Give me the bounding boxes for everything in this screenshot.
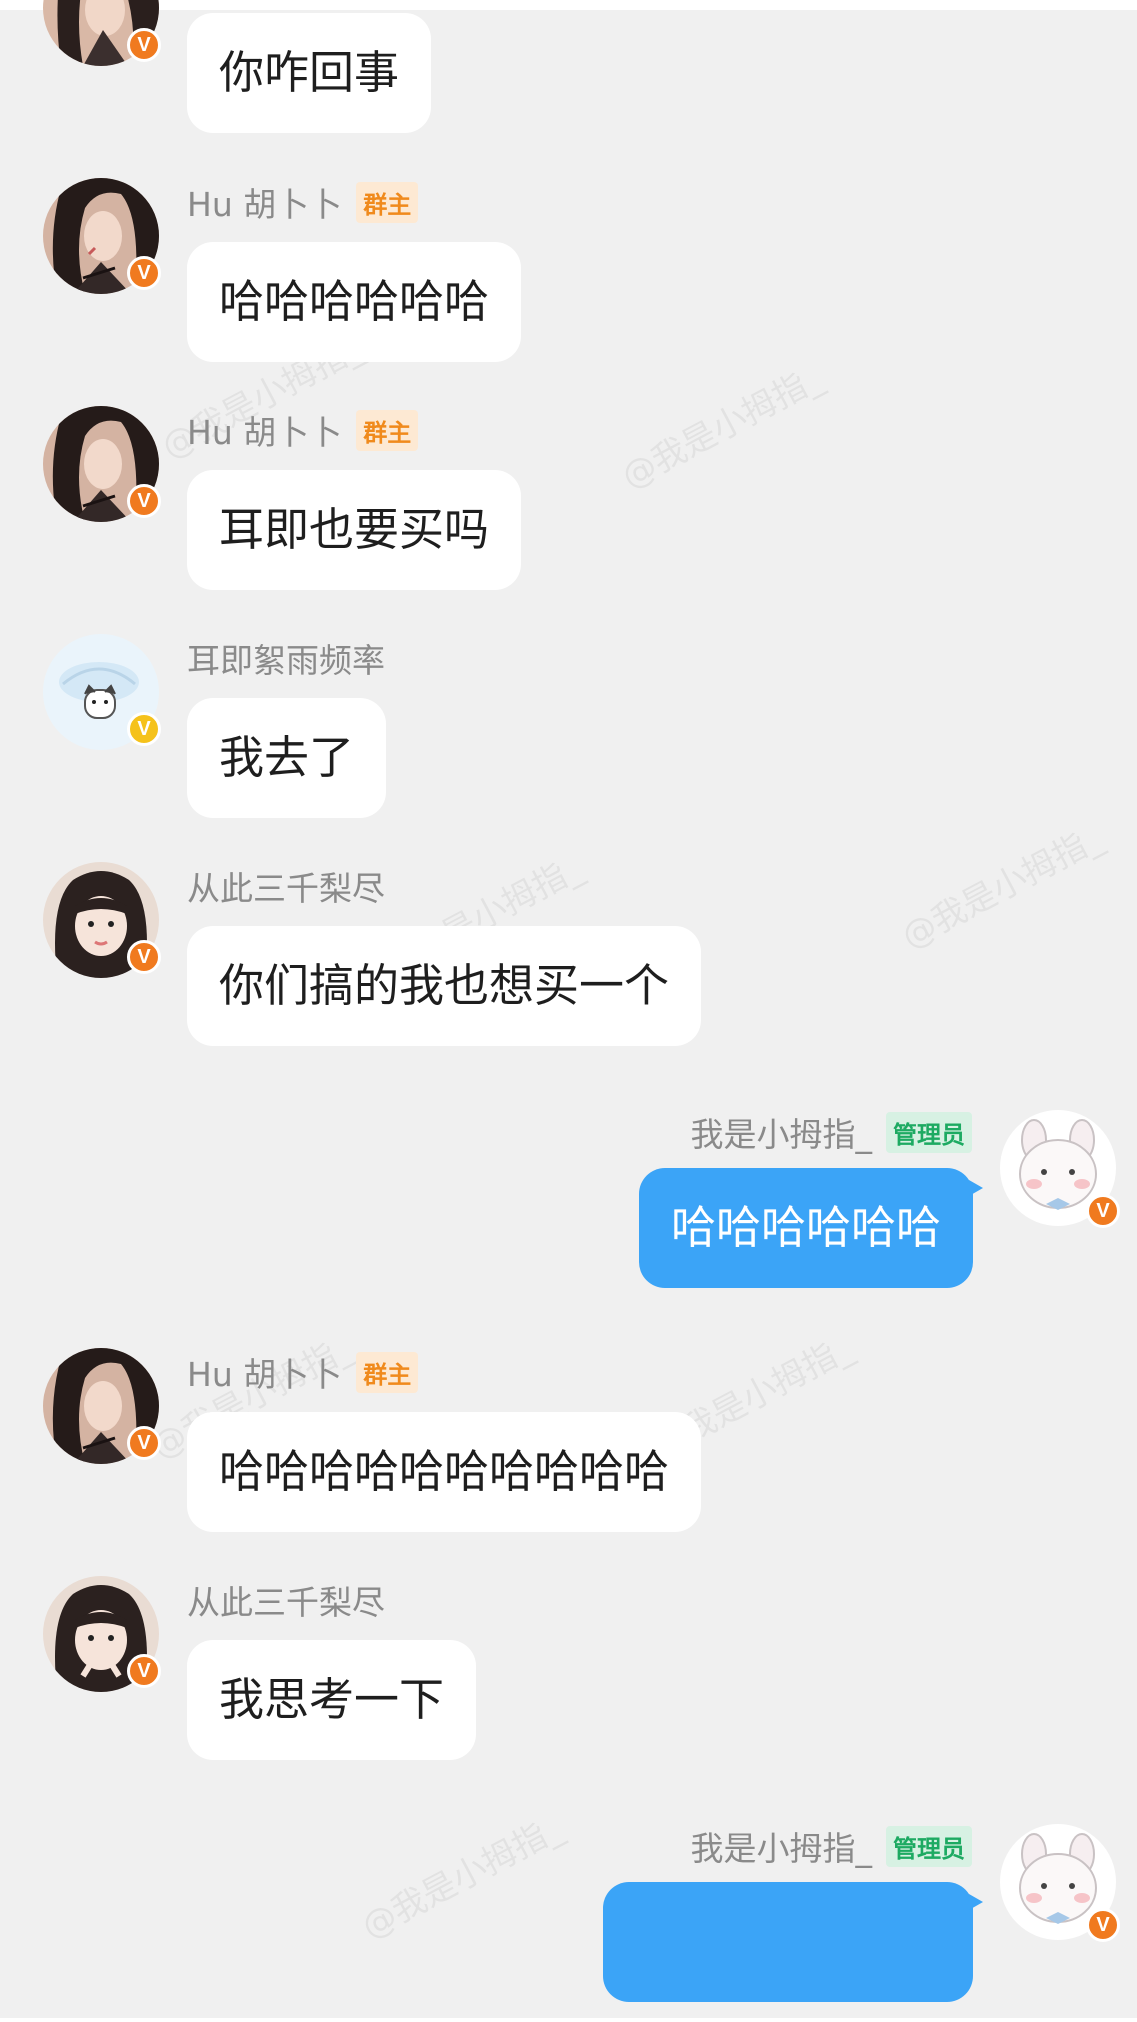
sender-row: 我是小拇指_ 管理员 xyxy=(691,1822,972,1870)
top-divider xyxy=(0,0,1137,10)
message-bubble[interactable]: 我思考一下 xyxy=(187,1640,477,1760)
avatar[interactable]: V xyxy=(43,1348,161,1464)
sender-row: Hu 胡卜卜 群主 xyxy=(187,406,419,454)
avatar[interactable]: V xyxy=(43,1576,161,1692)
sender-name[interactable]: 我是小拇指_ xyxy=(691,1108,873,1156)
sender-row: Hu 胡卜卜 群主 xyxy=(187,1348,419,1396)
verified-badge-icon: V xyxy=(127,484,161,518)
sender-row: 我是小拇指_ 管理员 xyxy=(691,1108,972,1156)
message-bubble[interactable]: 我去了 xyxy=(187,698,387,818)
message-bubble[interactable]: 耳即也要买吗 xyxy=(187,470,522,590)
verified-badge-icon: V xyxy=(127,712,161,746)
avatar[interactable]: V xyxy=(43,0,161,66)
verified-badge-icon: V xyxy=(127,940,161,974)
group-owner-tag: 群主 xyxy=(356,409,419,451)
verified-badge-icon: V xyxy=(1086,1908,1120,1942)
verified-badge-icon: V xyxy=(127,256,161,290)
verified-badge-icon: V xyxy=(127,28,161,62)
message-bubble[interactable]: 哈哈哈哈哈哈哈哈哈哈 xyxy=(187,1412,702,1532)
sender-name[interactable]: 耳即絮雨频率 xyxy=(187,634,385,682)
sender-name[interactable]: Hu 胡卜卜 xyxy=(187,178,342,226)
admin-tag: 管理员 xyxy=(886,1825,972,1867)
avatar[interactable]: V xyxy=(1000,1824,1120,1942)
sender-name[interactable]: Hu 胡卜卜 xyxy=(187,406,342,454)
watermark: @我是小拇指_ xyxy=(355,1808,570,1948)
sender-row: 耳即絮雨频率 xyxy=(187,636,385,680)
sender-row: 从此三千梨尽 xyxy=(187,864,385,908)
verified-badge-icon: V xyxy=(127,1426,161,1460)
message-bubble[interactable]: 哈哈哈哈哈哈 xyxy=(187,242,522,362)
watermark: @我是小拇指_ xyxy=(615,358,830,498)
sender-name[interactable]: 从此三千梨尽 xyxy=(187,862,385,910)
avatar[interactable]: V xyxy=(43,178,161,294)
avatar[interactable]: V xyxy=(1000,1110,1120,1228)
verified-badge-icon: V xyxy=(127,1654,161,1688)
message-bubble[interactable]: 你咋回事 xyxy=(187,13,432,133)
sender-name[interactable]: Hu 胡卜卜 xyxy=(187,1348,342,1396)
chat-history[interactable]: @我是小拇指_ @我是小拇指_ @我是小拇指_ @我是小拇指_ @我是小拇指_ … xyxy=(0,0,1137,2022)
verified-badge-icon: V xyxy=(1086,1194,1120,1228)
admin-tag: 管理员 xyxy=(886,1111,972,1153)
message-bubble[interactable]: 你们搞的我也想买一个 xyxy=(187,926,702,1046)
group-owner-tag: 群主 xyxy=(356,181,419,223)
group-owner-tag: 群主 xyxy=(356,1351,419,1393)
watermark: @我是小拇指_ xyxy=(895,818,1110,958)
sender-row: 从此三千梨尽 xyxy=(187,1578,385,1622)
sender-row: Hu 胡卜卜 群主 xyxy=(187,178,419,226)
avatar[interactable]: V xyxy=(43,634,161,750)
sender-name[interactable]: 从此三千梨尽 xyxy=(187,1576,385,1624)
avatar[interactable]: V xyxy=(43,406,161,522)
bottom-divider xyxy=(0,2018,1137,2022)
message-bubble[interactable] xyxy=(603,1882,983,2002)
avatar[interactable]: V xyxy=(43,862,161,978)
message-bubble[interactable]: 哈哈哈哈哈哈 xyxy=(638,1168,984,1288)
sender-name[interactable]: 我是小拇指_ xyxy=(691,1822,873,1870)
